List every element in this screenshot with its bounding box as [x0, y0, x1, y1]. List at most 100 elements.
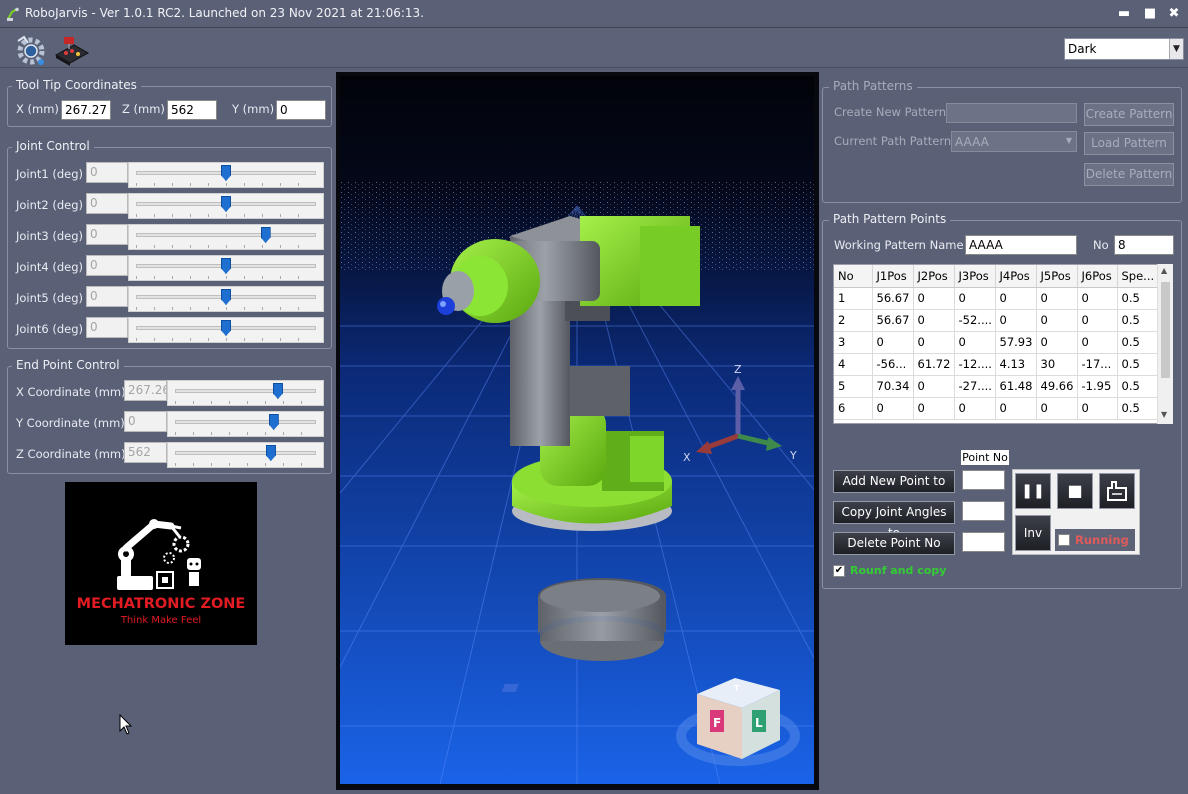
table-cell[interactable]: 6: [834, 397, 873, 420]
add-point-button[interactable]: Add New Point to: [833, 470, 955, 493]
joint-value-field[interactable]: 0: [86, 224, 128, 245]
joint-slider[interactable]: [128, 255, 324, 281]
table-cell[interactable]: 0: [1077, 309, 1118, 332]
scroll-thumb[interactable]: [1161, 282, 1170, 378]
delete-point-field[interactable]: [962, 532, 1005, 552]
table-cell[interactable]: 0: [995, 397, 1037, 420]
table-cell[interactable]: -17...: [1077, 353, 1118, 376]
table-cell[interactable]: 0: [1036, 397, 1078, 420]
table-cell[interactable]: 4.13: [995, 353, 1037, 376]
table-cell[interactable]: 4: [834, 353, 873, 376]
table-cell[interactable]: 0.5: [1117, 375, 1159, 398]
joint-value-field[interactable]: 0: [86, 286, 128, 307]
scroll-up-icon[interactable]: ▲: [1161, 266, 1167, 275]
table-cell[interactable]: 0: [913, 397, 955, 420]
table-cell[interactable]: 0: [1077, 287, 1118, 310]
joint-value-field[interactable]: 0: [86, 162, 128, 183]
table-cell[interactable]: 0: [1077, 331, 1118, 354]
slider-thumb[interactable]: [221, 320, 231, 336]
table-cell[interactable]: -1.95: [1077, 375, 1118, 398]
column-header[interactable]: J6Pos: [1077, 265, 1118, 288]
joint-value-field[interactable]: 0: [86, 193, 128, 214]
round-copy-checkbox[interactable]: ✔: [833, 565, 845, 577]
scroll-down-icon[interactable]: ▼: [1161, 410, 1167, 419]
slider-thumb[interactable]: [260, 227, 271, 243]
slider-thumb[interactable]: [272, 383, 283, 399]
table-cell[interactable]: 0: [1036, 287, 1078, 310]
current-pattern-select[interactable]: AAAA ▼: [951, 131, 1077, 152]
working-pattern-field[interactable]: AAAA: [965, 235, 1077, 255]
coordinate-slider[interactable]: [167, 380, 324, 406]
coordinate-value-field[interactable]: 0: [124, 411, 167, 432]
table-cell[interactable]: 0: [1036, 331, 1078, 354]
delete-point-button[interactable]: Delete Point No: [833, 532, 955, 555]
table-cell[interactable]: 0.5: [1117, 353, 1159, 376]
teach-pendant-button[interactable]: [1099, 473, 1135, 509]
table-cell[interactable]: 0: [995, 309, 1037, 332]
x-mm-field[interactable]: 267.27: [61, 100, 111, 120]
table-scrollbar[interactable]: ▲ ▼: [1157, 264, 1173, 424]
table-row[interactable]: 3 0 0 0 57.93 0 0 0.5: [834, 331, 1159, 354]
table-cell[interactable]: 0.5: [1117, 331, 1159, 354]
table-cell[interactable]: -52....: [954, 309, 996, 332]
table-cell[interactable]: 0.5: [1117, 287, 1159, 310]
add-point-field[interactable]: [962, 470, 1005, 490]
column-header[interactable]: J2Pos: [913, 265, 955, 288]
table-cell[interactable]: -27....: [954, 375, 996, 398]
table-cell[interactable]: -56...: [872, 353, 914, 376]
delete-pattern-button[interactable]: Delete Pattern: [1084, 163, 1174, 186]
table-cell[interactable]: 0.5: [1117, 397, 1159, 420]
running-checkbox[interactable]: [1058, 534, 1070, 546]
table-cell[interactable]: 56.67: [872, 309, 914, 332]
create-pattern-button[interactable]: Create Pattern: [1084, 103, 1174, 126]
table-cell[interactable]: 5: [834, 375, 873, 398]
table-cell[interactable]: 2: [834, 309, 873, 332]
table-cell[interactable]: 0: [913, 309, 955, 332]
table-cell[interactable]: 70.34: [872, 375, 914, 398]
table-cell[interactable]: 0: [913, 375, 955, 398]
table-cell[interactable]: 0: [1036, 309, 1078, 332]
table-cell[interactable]: 0.5: [1117, 309, 1159, 332]
table-cell[interactable]: 1: [834, 287, 873, 310]
joint-slider[interactable]: [128, 286, 324, 312]
table-cell[interactable]: 0: [954, 331, 996, 354]
table-cell[interactable]: 3: [834, 331, 873, 354]
create-pattern-field[interactable]: [946, 103, 1077, 123]
load-pattern-button[interactable]: Load Pattern: [1084, 132, 1174, 155]
robot-settings-icon[interactable]: [14, 33, 48, 67]
y-mm-field[interactable]: 0: [276, 100, 326, 120]
controller-icon[interactable]: [54, 33, 90, 67]
slider-thumb[interactable]: [221, 289, 231, 305]
table-cell[interactable]: 56.67: [872, 287, 914, 310]
slider-thumb[interactable]: [221, 165, 231, 181]
coordinate-slider[interactable]: [167, 411, 324, 437]
joint-slider[interactable]: [128, 224, 324, 250]
chevron-down-icon[interactable]: ▼: [1169, 39, 1183, 59]
stop-button[interactable]: ■: [1057, 473, 1093, 509]
minimize-button[interactable]: ▬: [1110, 4, 1138, 24]
table-cell[interactable]: -12....: [954, 353, 996, 376]
joint-value-field[interactable]: 0: [86, 317, 128, 338]
pattern-count-field[interactable]: 8: [1114, 235, 1174, 255]
copy-joint-angles-button[interactable]: Copy Joint Angles to: [833, 501, 955, 540]
robot-scene[interactable]: Z X Y F L T: [340, 76, 814, 784]
table-cell[interactable]: 0: [872, 331, 914, 354]
table-cell[interactable]: 0: [872, 397, 914, 420]
inverse-kinematics-button[interactable]: Inv: [1015, 515, 1051, 551]
coordinate-slider[interactable]: [167, 442, 324, 468]
column-header[interactable]: J4Pos: [995, 265, 1037, 288]
table-cell[interactable]: 0: [913, 287, 955, 310]
table-row[interactable]: 1 56.67 0 0 0 0 0 0.5: [834, 287, 1159, 310]
coordinate-value-field[interactable]: 267.26: [124, 380, 167, 401]
slider-thumb[interactable]: [268, 414, 279, 430]
table-cell[interactable]: 57.93: [995, 331, 1037, 354]
table-cell[interactable]: 0: [1077, 397, 1118, 420]
table-cell[interactable]: 61.72: [913, 353, 955, 376]
table-cell[interactable]: 49.66: [1036, 375, 1078, 398]
table-row[interactable]: 4 -56... 61.72 -12.... 4.13 30 -17... 0.5: [834, 353, 1159, 376]
column-header[interactable]: J3Pos: [954, 265, 996, 288]
chevron-down-icon[interactable]: ▼: [1066, 136, 1072, 145]
joint-value-field[interactable]: 0: [86, 255, 128, 276]
column-header[interactable]: No: [834, 265, 873, 288]
table-cell[interactable]: 0: [995, 287, 1037, 310]
